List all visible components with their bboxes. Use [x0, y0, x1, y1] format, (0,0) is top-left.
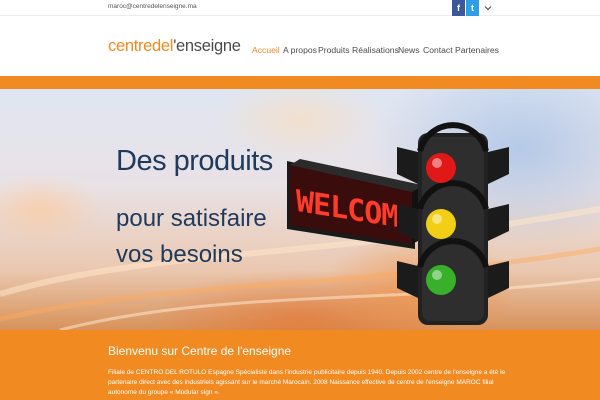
hero-illustration: WELCOM	[0, 122, 600, 330]
nav-item-produits[interactable]: Produits	[318, 45, 350, 55]
hero-subline-1: pour satisfaire	[116, 205, 267, 232]
hero-banner: WELCOM Des produits pour satisfaire vos …	[0, 89, 600, 330]
logo-part-2: 'enseigne	[173, 37, 241, 55]
logo-part-1: centredel	[108, 37, 174, 55]
nav-item-accueil[interactable]: Accueil	[252, 45, 280, 55]
site-header: centredel'enseigne Accueil A propos Prod…	[0, 16, 600, 76]
top-bar: maroc@centredelenseigne.ma f t	[0, 0, 600, 16]
nav-item-realisations[interactable]: Réalisations	[352, 45, 399, 55]
facebook-icon[interactable]: f	[452, 0, 465, 16]
twitter-icon[interactable]: t	[466, 0, 479, 16]
logo[interactable]: centredel'enseigne	[108, 37, 241, 56]
nav-item-news[interactable]: News	[398, 45, 420, 55]
welcome-text: Filiale de CENTRO DEL ROTULO Espagne Spé…	[108, 369, 506, 396]
hero-subline-2: vos besoins	[116, 241, 243, 268]
nav-item-a-propos[interactable]: A propos	[283, 45, 317, 55]
welcome-section: Bienvenu sur Centre de l'enseigne Filial…	[0, 330, 600, 400]
traffic-light	[397, 122, 509, 325]
nav-item-partenaires[interactable]: Partenaires	[455, 45, 499, 55]
welcome-title: Bienvenu sur Centre de l'enseigne	[108, 344, 292, 358]
nav-item-contact[interactable]: Contact	[423, 45, 453, 55]
hero-headline: Des produits	[116, 145, 273, 177]
contact-email[interactable]: maroc@centredelenseigne.ma	[108, 3, 197, 10]
chevron-down-icon[interactable]	[482, 2, 494, 14]
orange-divider	[0, 76, 600, 89]
